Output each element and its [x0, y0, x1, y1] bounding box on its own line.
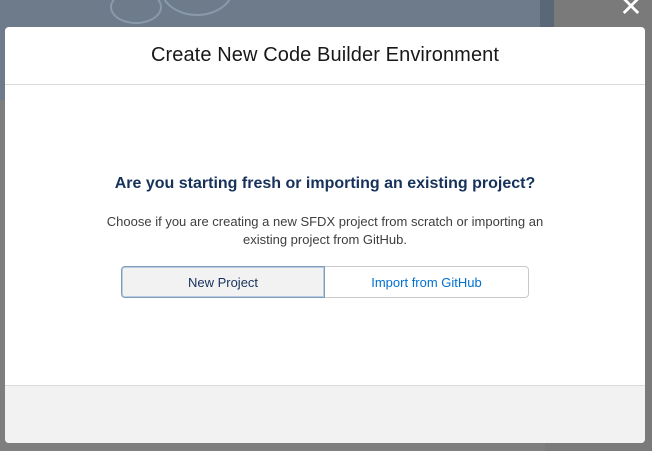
project-question: Are you starting fresh or importing an e…: [114, 175, 536, 192]
close-icon[interactable]: ✕: [618, 0, 644, 21]
background-right-strip: [540, 0, 554, 30]
project-type-choice: New Project Import from GitHub: [5, 266, 645, 298]
modal-body: Are you starting fresh or importing an e…: [5, 85, 645, 385]
modal-footer: [5, 385, 645, 443]
modal-header: Create New Code Builder Environment: [5, 27, 645, 85]
modal-title: Create New Code Builder Environment: [150, 44, 500, 66]
create-environment-modal: Create New Code Builder Environment Are …: [5, 27, 645, 443]
new-project-button[interactable]: New Project: [121, 266, 325, 298]
project-description: Choose if you are creating a new SFDX pr…: [106, 214, 544, 247]
import-from-github-button[interactable]: Import from GitHub: [325, 266, 529, 298]
